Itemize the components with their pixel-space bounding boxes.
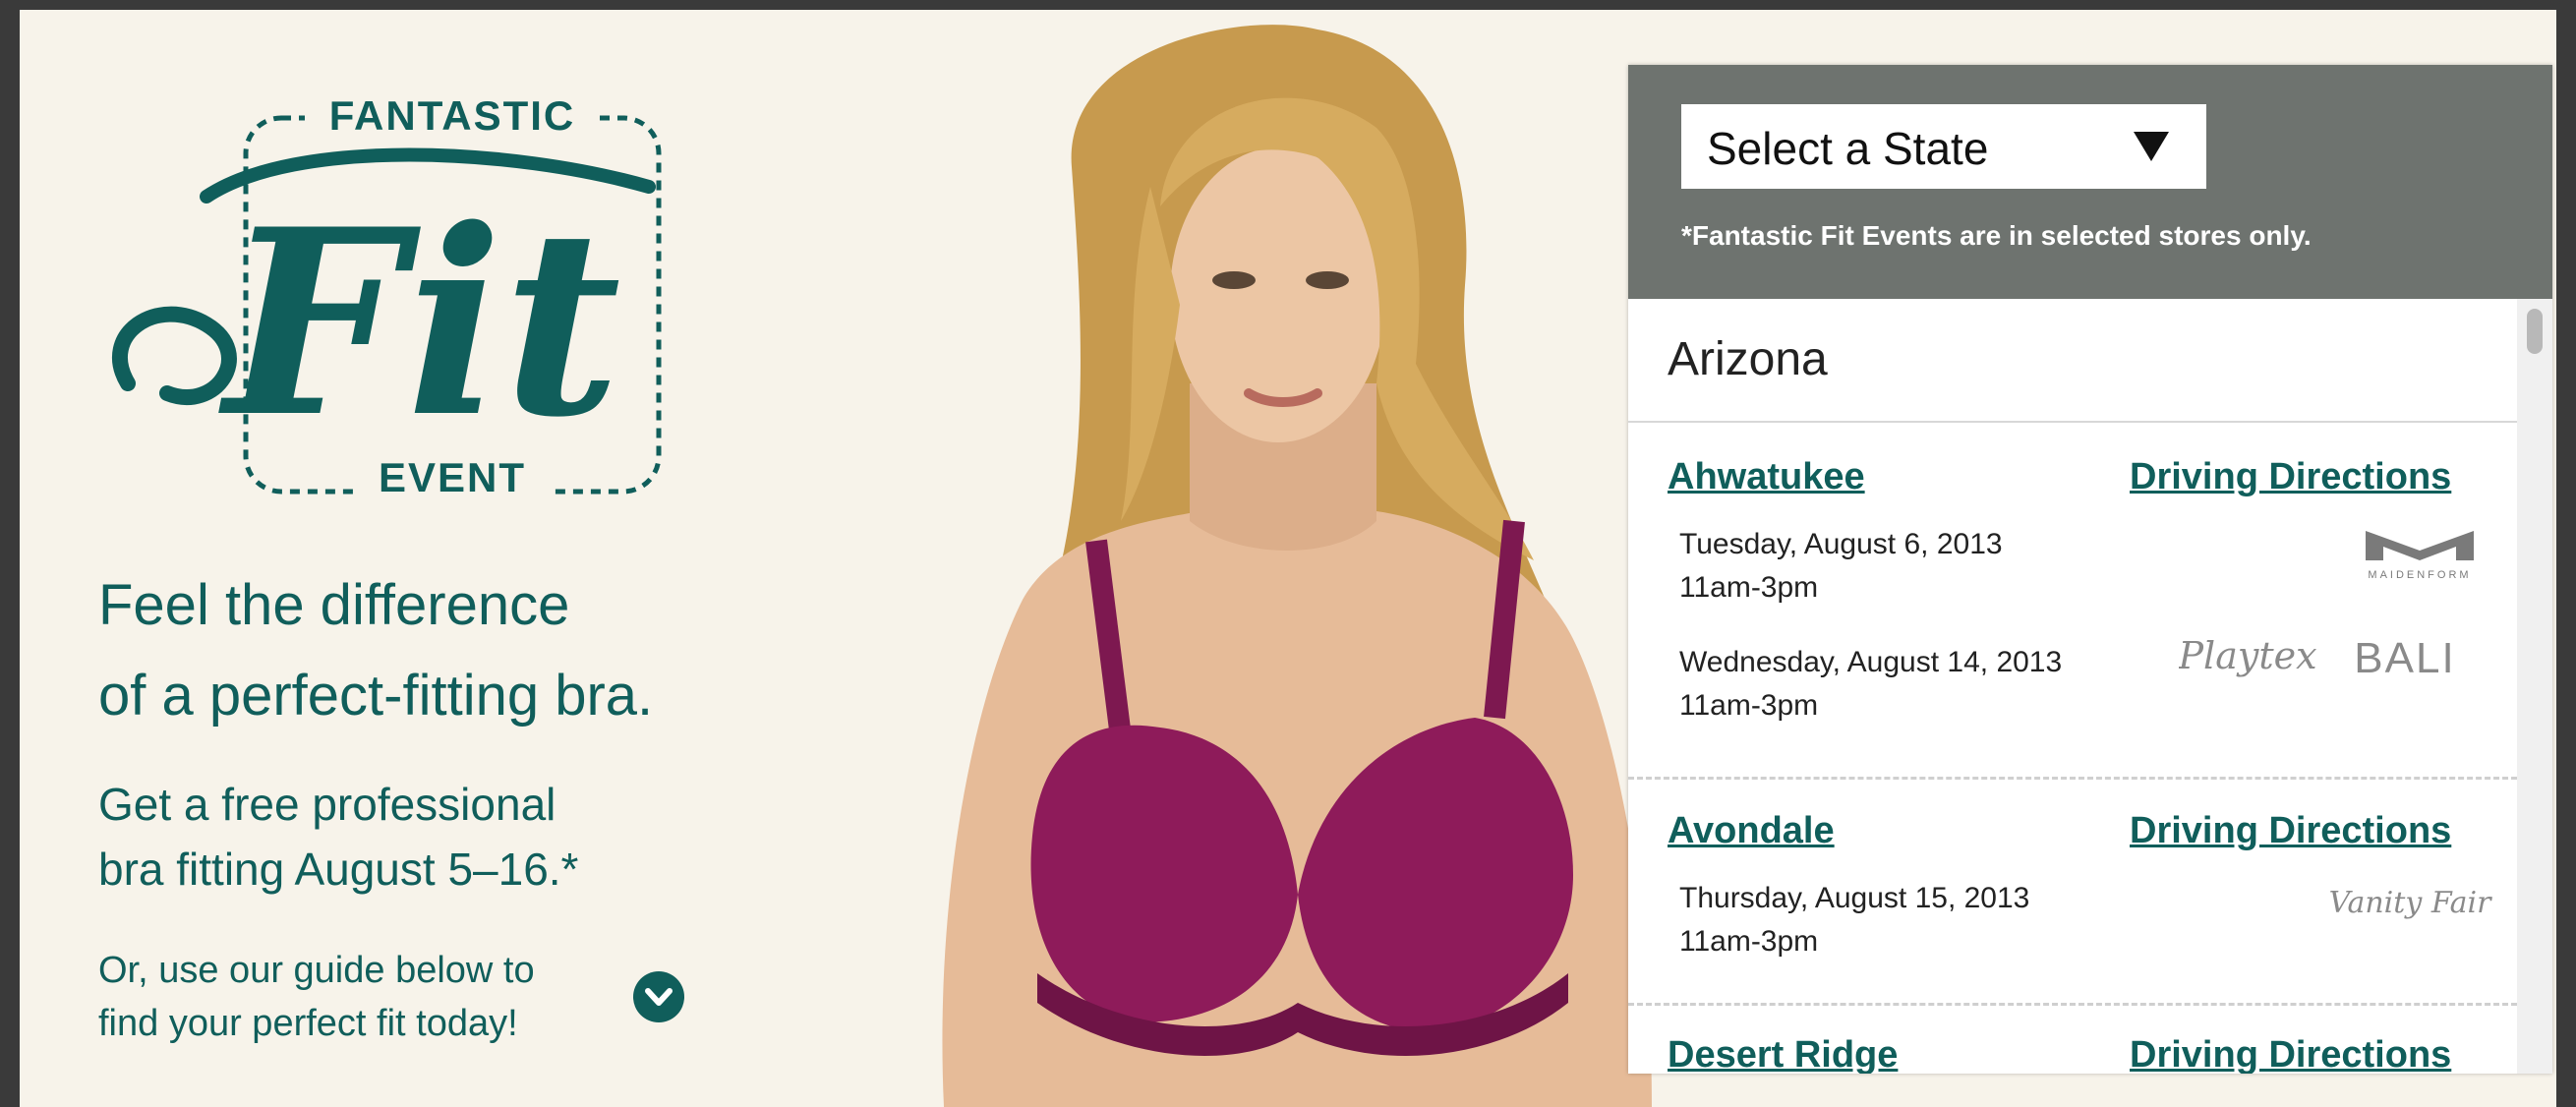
bali-logo: BALI xyxy=(2336,623,2474,692)
event-item: Wednesday, August 14, 2013 11am-3pm xyxy=(1679,641,2062,728)
state-select-label: Select a State xyxy=(1707,123,1989,174)
store-list: Arizona Ahwatukee Driving Directions Tue… xyxy=(1628,299,2517,1074)
store-locator-panel: Select a State *Fantastic Fit Events are… xyxy=(1628,65,2552,1074)
event-time: 11am-3pm xyxy=(1679,571,1819,604)
driving-directions-link[interactable]: Driving Directions xyxy=(2130,1034,2451,1074)
fantastic-fit-event-logo: FANTASTIC EVENT Fit xyxy=(98,79,728,531)
store-link-avondale[interactable]: Avondale xyxy=(1668,810,1835,852)
vanity-fair-logo: Vanity Fair xyxy=(2316,879,2503,928)
event-time: 11am-3pm xyxy=(1679,925,1819,958)
guide-line-2: find your perfect fit today! xyxy=(98,1003,518,1044)
guide-line-1: Or, use our guide below to xyxy=(98,950,535,991)
store-separator xyxy=(1628,1003,2517,1006)
store-separator xyxy=(1628,777,2517,780)
event-item: Tuesday, August 6, 2013 11am-3pm xyxy=(1679,523,2003,610)
logo-script-text: Fit xyxy=(216,174,621,474)
event-date: Tuesday, August 6, 2013 xyxy=(1679,528,2003,560)
subhead-line-2: bra fitting August 5–16.* xyxy=(98,844,579,895)
guide-text: Or, use our guide below to find your per… xyxy=(98,944,649,1050)
playtex-wordmark: Playtex xyxy=(2179,634,2316,677)
scroll-to-guide-button[interactable] xyxy=(633,971,684,1022)
headline: Feel the difference of a perfect-fitting… xyxy=(98,560,846,741)
state-heading: Arizona xyxy=(1668,333,1828,385)
bali-wordmark: BALI xyxy=(2354,634,2455,682)
scrollbar-thumb[interactable] xyxy=(2527,309,2543,354)
locator-header: Select a State *Fantastic Fit Events are… xyxy=(1628,65,2552,299)
headline-line-2: of a perfect-fitting bra. xyxy=(98,664,654,728)
subheadline: Get a free professional bra fitting Augu… xyxy=(98,772,846,902)
dropdown-arrow-icon xyxy=(2134,132,2169,161)
store-list-scrollbar[interactable] xyxy=(2517,299,2552,1074)
event-item: Thursday, August 15, 2013 11am-3pm xyxy=(1679,877,2029,963)
event-date: Thursday, August 15, 2013 xyxy=(1679,882,2030,914)
hero-banner: FANTASTIC EVENT Fit Feel the difference … xyxy=(20,10,2556,1107)
maidenform-logo: MAIDENFORM xyxy=(2346,525,2493,584)
chevron-down-icon xyxy=(645,988,673,1006)
model-photo xyxy=(942,25,1652,1107)
page-frame: FANTASTIC EVENT Fit Feel the difference … xyxy=(0,0,2576,1107)
maidenform-wordmark: MAIDENFORM xyxy=(2368,569,2471,581)
event-time: 11am-3pm xyxy=(1679,689,1819,722)
state-select-dropdown[interactable]: Select a State xyxy=(1681,104,2206,189)
divider xyxy=(1628,421,2517,423)
store-link-ahwatukee[interactable]: Ahwatukee xyxy=(1668,456,1865,498)
event-date: Wednesday, August 14, 2013 xyxy=(1679,646,2063,678)
logo-top-text: FANTASTIC xyxy=(329,92,576,139)
vanity-fair-wordmark: Vanity Fair xyxy=(2329,886,2493,920)
driving-directions-link[interactable]: Driving Directions xyxy=(2130,810,2451,852)
selected-stores-note: *Fantastic Fit Events are in selected st… xyxy=(1681,220,2312,251)
playtex-logo: Playtex xyxy=(2177,623,2316,692)
driving-directions-link[interactable]: Driving Directions xyxy=(2130,456,2451,498)
headline-line-1: Feel the difference xyxy=(98,573,570,637)
subhead-line-1: Get a free professional xyxy=(98,779,556,830)
store-link-desert-ridge[interactable]: Desert Ridge xyxy=(1668,1034,1898,1074)
